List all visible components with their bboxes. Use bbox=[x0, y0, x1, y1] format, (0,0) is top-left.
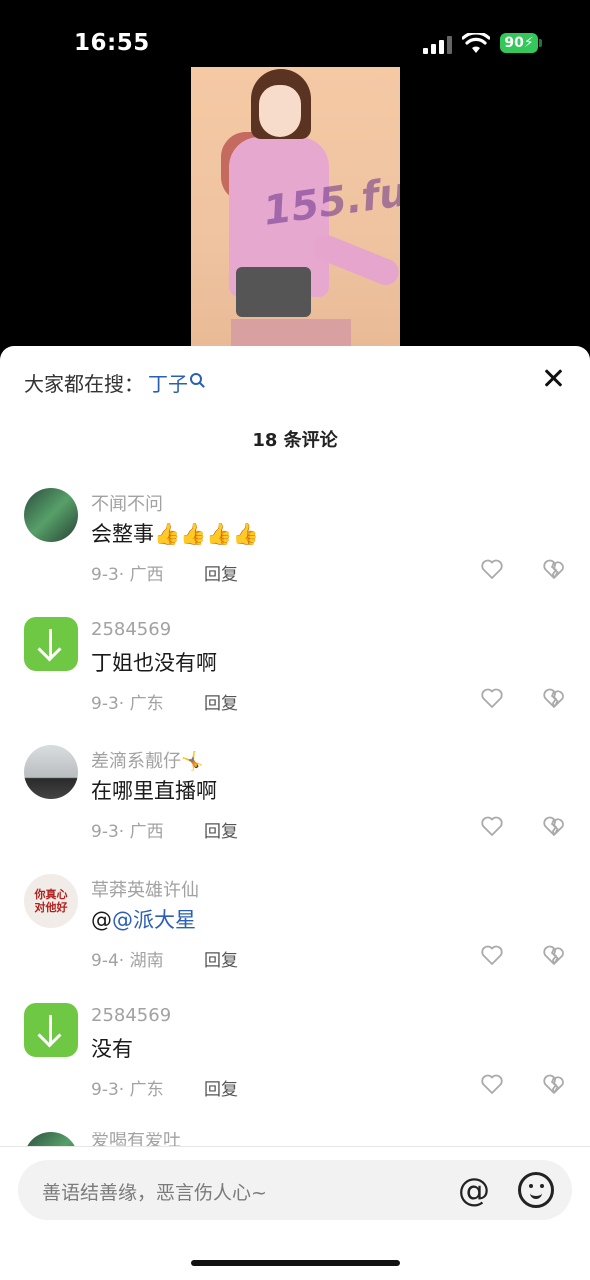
battery-nub bbox=[539, 39, 542, 47]
comment-date: 9-4 bbox=[91, 951, 119, 971]
comment-sheet: 大家都在搜： 丁子 18 条评论 不闻不问 会整事👍👍👍👍 9-3· 广西 回复 … bbox=[0, 346, 590, 1280]
emoji-icon[interactable] bbox=[518, 1172, 554, 1208]
signal-icon bbox=[423, 36, 453, 54]
avatar[interactable] bbox=[24, 745, 78, 799]
comment-meta: 9-3· 广东 bbox=[91, 694, 164, 714]
status-bar: 16:55 90⚡ bbox=[0, 0, 590, 60]
comment-username[interactable]: 2584569 bbox=[91, 619, 171, 640]
dislike-icon[interactable] bbox=[542, 1073, 566, 1095]
comment-location: 广西 bbox=[129, 822, 164, 842]
mention-at-button[interactable]: @ bbox=[458, 1170, 490, 1210]
comment-meta: 9-3· 广西 bbox=[91, 822, 164, 842]
reply-button[interactable]: 回复 bbox=[204, 817, 238, 842]
like-icon[interactable] bbox=[480, 687, 504, 709]
comment-meta: 9-3· 广西 bbox=[91, 565, 164, 585]
like-icon[interactable] bbox=[480, 558, 504, 580]
home-indicator[interactable] bbox=[191, 1260, 400, 1266]
search-icon[interactable] bbox=[190, 373, 202, 385]
comment-date: 9-3 bbox=[91, 565, 119, 585]
avatar[interactable] bbox=[24, 1132, 78, 1146]
download-avatar[interactable] bbox=[24, 1003, 78, 1057]
figure-face bbox=[259, 85, 301, 137]
comment-count-title: 18 条评论 bbox=[252, 430, 338, 451]
comment-date: 9-3 bbox=[91, 1080, 119, 1100]
comment-text: 在哪里直播啊 bbox=[91, 779, 217, 803]
comment-username[interactable]: 不闻不问 bbox=[91, 490, 163, 516]
search-term-link[interactable]: 丁子 bbox=[148, 372, 188, 396]
comment-username[interactable]: 差滴系靓仔🤸 bbox=[91, 747, 203, 773]
battery-level: 90 bbox=[504, 35, 524, 51]
search-prefix: 大家都在搜： bbox=[24, 372, 144, 396]
comment-item-partial: 爱喝有爱吐 bbox=[0, 1132, 590, 1146]
comment-username[interactable]: 2584569 bbox=[91, 1005, 171, 1026]
comment-username[interactable]: 草莽英雄许仙 bbox=[91, 876, 199, 902]
comment-location: 广东 bbox=[129, 694, 164, 714]
like-icon[interactable] bbox=[480, 944, 504, 966]
comment-text: 会整事👍👍👍👍 bbox=[91, 522, 259, 546]
like-icon[interactable] bbox=[480, 815, 504, 837]
search-suggestion-row: 大家都在搜： 丁子 bbox=[24, 368, 202, 397]
comment-meta: 9-4· 湖南 bbox=[91, 951, 164, 971]
figure-skirt bbox=[236, 267, 311, 317]
reply-button[interactable]: 回复 bbox=[204, 946, 238, 971]
avatar-text: 你真心对他好 bbox=[34, 888, 68, 914]
comment-location: 广西 bbox=[129, 565, 164, 585]
comment-text: 没有 bbox=[91, 1037, 133, 1061]
comment-input-placeholder[interactable]: 善语结善缘，恶言伤人心~ bbox=[42, 1178, 267, 1205]
divider bbox=[0, 1146, 590, 1147]
dislike-icon[interactable] bbox=[542, 944, 566, 966]
comment-item: 2584569 没有 9-3· 广东 回复 bbox=[0, 1003, 590, 1131]
comment-location: 广东 bbox=[129, 1080, 164, 1100]
comment-item: 你真心对他好 草莽英雄许仙 @@派大星 9-4· 湖南 回复 bbox=[0, 874, 590, 1002]
reply-button[interactable]: 回复 bbox=[204, 560, 238, 585]
comment-meta: 9-3· 广东 bbox=[91, 1080, 164, 1100]
dislike-icon[interactable] bbox=[542, 815, 566, 837]
comment-item: 2584569 丁姐也没有啊 9-3· 广东 回复 bbox=[0, 617, 590, 745]
dislike-icon[interactable] bbox=[542, 687, 566, 709]
wifi-icon bbox=[462, 33, 490, 53]
download-avatar[interactable] bbox=[24, 617, 78, 671]
reply-button[interactable]: 回复 bbox=[204, 689, 238, 714]
status-time: 16:55 bbox=[74, 30, 150, 56]
comment-username[interactable]: 爱喝有爱吐 bbox=[91, 1132, 181, 1146]
comment-at-prefix: @ bbox=[91, 908, 112, 932]
comment-date: 9-3 bbox=[91, 694, 119, 714]
comment-item: 差滴系靓仔🤸 在哪里直播啊 9-3· 广西 回复 bbox=[0, 745, 590, 873]
comment-text: 丁姐也没有啊 bbox=[91, 651, 217, 675]
reply-button[interactable]: 回复 bbox=[204, 1075, 238, 1100]
comment-location: 湖南 bbox=[129, 951, 164, 971]
mention-link[interactable]: @派大星 bbox=[112, 908, 196, 932]
close-button[interactable] bbox=[540, 366, 566, 392]
avatar[interactable] bbox=[24, 488, 78, 542]
battery-icon: 90⚡ bbox=[500, 33, 538, 53]
like-icon[interactable] bbox=[480, 1073, 504, 1095]
comment-date: 9-3 bbox=[91, 822, 119, 842]
comment-text: @@派大星 bbox=[91, 904, 196, 934]
comment-item: 不闻不问 会整事👍👍👍👍 9-3· 广西 回复 bbox=[0, 488, 590, 616]
avatar[interactable]: 你真心对他好 bbox=[24, 874, 78, 928]
video-frame[interactable]: 155.fun bbox=[191, 67, 400, 367]
comment-input-bar[interactable]: 善语结善缘，恶言伤人心~ @ bbox=[18, 1160, 572, 1220]
dislike-icon[interactable] bbox=[542, 558, 566, 580]
